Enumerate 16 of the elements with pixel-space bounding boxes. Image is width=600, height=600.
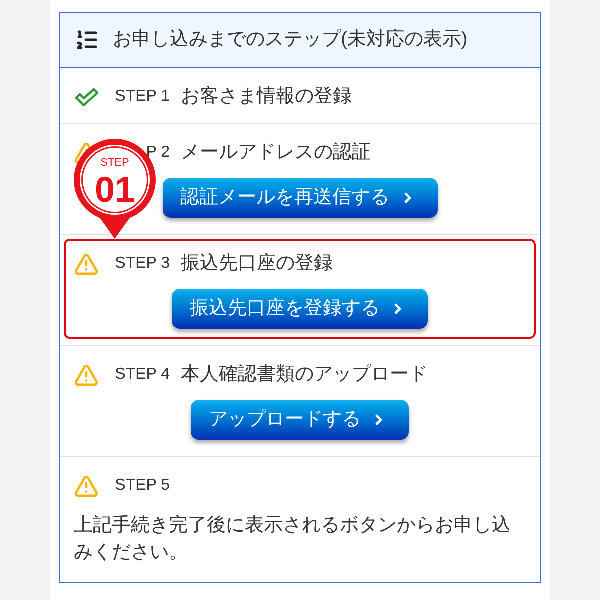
step-title: 本人確認書類のアップロード	[181, 362, 428, 387]
step-number: STEP 5	[114, 476, 170, 496]
step-action-button[interactable]: アップロードする	[191, 400, 409, 440]
step-note: 上記手続き完了後に表示されるボタンからお申し込みください。	[74, 514, 512, 565]
badge-label: STEP	[100, 158, 130, 169]
numbered-list-icon	[74, 28, 98, 52]
badge-number: 01	[94, 172, 136, 208]
step-title: メールアドレスの認証	[181, 140, 371, 165]
step-number: STEP 4	[114, 365, 170, 385]
step-action-button[interactable]: 認証メールを再送信する	[162, 178, 438, 218]
header-title: お申し込みまでのステップ(未対応の表示)	[113, 28, 468, 52]
step-title: 振込先口座の登録	[181, 252, 333, 276]
step-action-button[interactable]: 振込先口座を登録する	[172, 289, 428, 329]
step-number: STEP 3	[114, 254, 170, 274]
step-number: STEP 1	[114, 87, 170, 107]
step-title: お客さま情報の登録	[181, 84, 352, 109]
